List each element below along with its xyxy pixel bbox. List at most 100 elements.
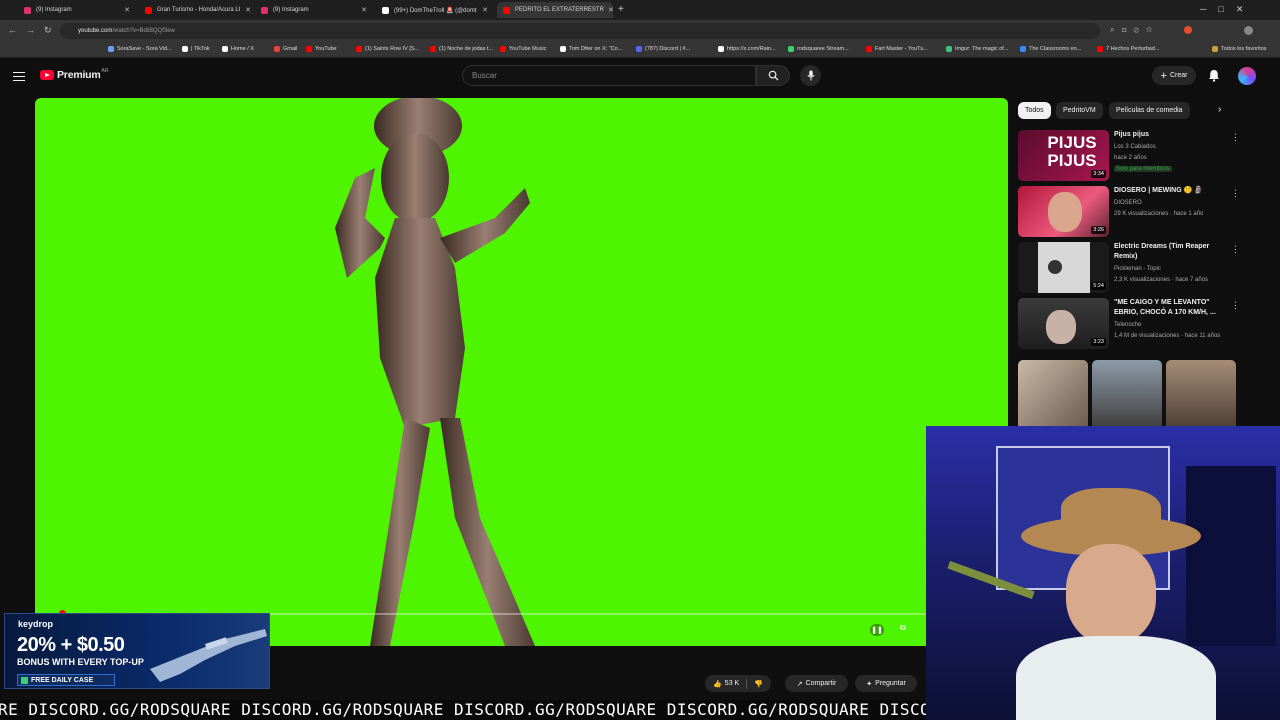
bookmark-favicon-icon	[788, 46, 794, 52]
close-icon[interactable]: ✕	[357, 6, 367, 14]
ad-brand: keydrop	[18, 619, 54, 629]
search-input[interactable]: Buscar	[462, 65, 756, 86]
bookmark-item[interactable]: (787) Discord | #...	[636, 46, 690, 52]
new-tab-button[interactable]: +	[618, 4, 624, 15]
more-options-icon[interactable]: ⋮	[1231, 188, 1240, 199]
keydrop-ad[interactable]: keydrop 20% + $0.50 BONUS WITH EVERY TOP…	[4, 613, 270, 689]
back-icon[interactable]: ←	[8, 25, 17, 35]
tab-title: Gran Turismo - Honda/Acura LI	[157, 7, 241, 13]
video-title[interactable]: Electric Dreams (Tim Reaper Remix)	[1114, 242, 1234, 262]
close-icon[interactable]: ✕	[120, 6, 130, 14]
bookmark-label: Home / X	[231, 46, 254, 52]
close-icon[interactable]: ✕	[478, 6, 488, 14]
browser-tab[interactable]: (9) Instagram ✕	[255, 2, 373, 18]
video-title[interactable]: Pijus pijus	[1114, 130, 1234, 140]
related-video[interactable]: PIJUS PIJUS 3:34 Pijus pijus Los 3 Cabia…	[1018, 130, 1258, 182]
forward-icon[interactable]: →	[26, 25, 35, 35]
bookmark-item[interactable]: Tom Dtter on X: "Co...	[560, 46, 622, 52]
thumbs-up-icon[interactable]: 👍	[713, 680, 722, 688]
account-avatar[interactable]	[1238, 67, 1256, 85]
bookmark-label: 7 Hechos Perturbad...	[1106, 46, 1160, 52]
video-title[interactable]: DIOSERO | MEWING 🤫 🗿	[1114, 186, 1234, 196]
close-icon[interactable]: ✕	[241, 6, 251, 14]
extension-icons[interactable]: ⌕⊡⊘☆	[1110, 25, 1159, 35]
more-options-icon[interactable]: ⋮	[1231, 300, 1240, 311]
video-duration: 3:34	[1091, 170, 1106, 178]
notifications-bell-icon[interactable]	[1208, 69, 1220, 87]
bookmark-item[interactable]: Home / X	[222, 46, 254, 52]
bookmark-item[interactable]: rodsquaree Stream...	[788, 46, 849, 52]
bookmark-label: Fart Master - YouTu...	[875, 46, 928, 52]
all-bookmarks[interactable]: Todos los favoritos	[1212, 46, 1267, 52]
video-duration: 3:26	[1091, 226, 1106, 234]
chip-todos[interactable]: Todos	[1018, 102, 1051, 119]
video-player[interactable]	[35, 98, 1008, 646]
profile-icon[interactable]	[1244, 26, 1253, 35]
bookmark-item[interactable]: YouTube	[306, 46, 337, 52]
bookmark-item[interactable]: Gmail	[274, 46, 297, 52]
url-domain: youtube.com	[78, 28, 113, 34]
browser-tab-active[interactable]: PEDRITO EL EXTRATERRESTR ✕	[497, 2, 613, 18]
menu-icon[interactable]	[13, 69, 25, 83]
bookmark-item[interactable]: Imgur: The magic of...	[946, 46, 1008, 52]
close-icon[interactable]: ✕	[604, 6, 613, 14]
bookmark-favicon-icon	[1097, 46, 1103, 52]
more-options-icon[interactable]: ⋮	[1231, 244, 1240, 255]
disc-graphic	[1048, 260, 1062, 274]
window-controls[interactable]: ─□✕	[1200, 4, 1255, 15]
miniplayer-icon[interactable]: ⧉	[900, 623, 914, 635]
youtube-icon	[145, 6, 152, 14]
bookmark-favicon-icon	[718, 46, 724, 52]
related-video[interactable]: 5:24 Electric Dreams (Tim Reaper Remix) …	[1018, 242, 1258, 294]
bookmark-item[interactable]: YouTube Music	[500, 46, 547, 52]
create-button[interactable]: + Crear	[1152, 66, 1196, 85]
bookmark-item[interactable]: 7 Hechos Perturbad...	[1097, 46, 1160, 52]
album-cover	[1038, 242, 1090, 293]
video-thumbnail[interactable]: 3:23	[1018, 298, 1109, 349]
bookmark-label: rodsquaree Stream...	[797, 46, 849, 52]
bookmark-item[interactable]: https://x.com/Rain...	[718, 46, 776, 52]
pause-icon[interactable]: ❚❚	[870, 624, 884, 636]
channel-name[interactable]: DIOSERO	[1114, 200, 1142, 206]
extension-icon[interactable]	[1184, 26, 1192, 34]
ticker-text: RE DISCORD.GG/RODSQUARE DISCORD.GG/RODSQ…	[0, 700, 926, 719]
channel-name[interactable]: Telenoche	[1114, 322, 1141, 328]
thumbs-down-icon[interactable]: 👎	[754, 680, 763, 688]
channel-name[interactable]: Los 3 Cabiados	[1114, 144, 1156, 150]
ask-label: Preguntar	[875, 680, 906, 687]
short-thumbnail[interactable]	[1166, 360, 1236, 430]
ask-button[interactable]: ✦ Preguntar	[855, 675, 917, 692]
browser-tab[interactable]: Gran Turismo - Honda/Acura LI ✕	[139, 2, 257, 18]
short-thumbnail[interactable]	[1018, 360, 1088, 430]
reload-icon[interactable]: ↻	[44, 25, 52, 36]
chip-pedritovm[interactable]: PedritoVM	[1056, 102, 1103, 119]
share-button[interactable]: ↗ Compartir	[785, 675, 848, 692]
voice-search-button[interactable]	[800, 65, 821, 86]
video-thumbnail[interactable]: PIJUS PIJUS 3:34	[1018, 130, 1109, 181]
background-shelf	[1186, 466, 1276, 646]
ad-cta[interactable]: FREE DAILY CASE	[17, 674, 115, 686]
chip-comedia[interactable]: Películas de comedia	[1109, 102, 1190, 119]
more-options-icon[interactable]: ⋮	[1231, 132, 1240, 143]
channel-name[interactable]: Pickleman - Topic	[1114, 266, 1161, 272]
browser-tab[interactable]: (99+) DomTheTroll 🚨 (@domt ✕	[376, 2, 494, 18]
bookmark-item[interactable]: SoraSave - Sora Vid...	[108, 46, 172, 52]
short-thumbnail[interactable]	[1092, 360, 1162, 430]
bookmark-item[interactable]: Fart Master - YouTu...	[866, 46, 928, 52]
search-button[interactable]	[756, 65, 790, 86]
bookmark-item[interactable]: The Classrooms en...	[1020, 46, 1081, 52]
address-bar[interactable]: youtube.com/watch?v=Bdii8QQf3ew	[60, 23, 1100, 39]
dancing-alien-figure	[335, 98, 535, 646]
browser-tab[interactable]: (9) Instagram ✕	[18, 2, 136, 18]
bookmark-item[interactable]: | TikTok	[182, 46, 210, 52]
video-thumbnail[interactable]: 5:24	[1018, 242, 1109, 293]
related-video[interactable]: 3:23 "ME CAIGO Y ME LEVANTO" EBRIO, CHOC…	[1018, 298, 1258, 350]
video-thumbnail[interactable]: 3:26	[1018, 186, 1109, 237]
like-dislike-group[interactable]: 👍 53 K 👎	[705, 675, 771, 692]
bookmark-item[interactable]: (1) Saints Row IV [S...	[356, 46, 419, 52]
youtube-logo[interactable]: Premium AR	[40, 68, 109, 81]
related-video[interactable]: 3:26 DIOSERO | MEWING 🤫 🗿 DIOSERO 29 K v…	[1018, 186, 1258, 238]
bookmark-item[interactable]: (1) Noche de jodas t...	[430, 46, 493, 52]
video-title[interactable]: "ME CAIGO Y ME LEVANTO" EBRIO, CHOCÓ A 1…	[1114, 298, 1234, 318]
chevron-right-icon[interactable]: ›	[1218, 104, 1221, 115]
